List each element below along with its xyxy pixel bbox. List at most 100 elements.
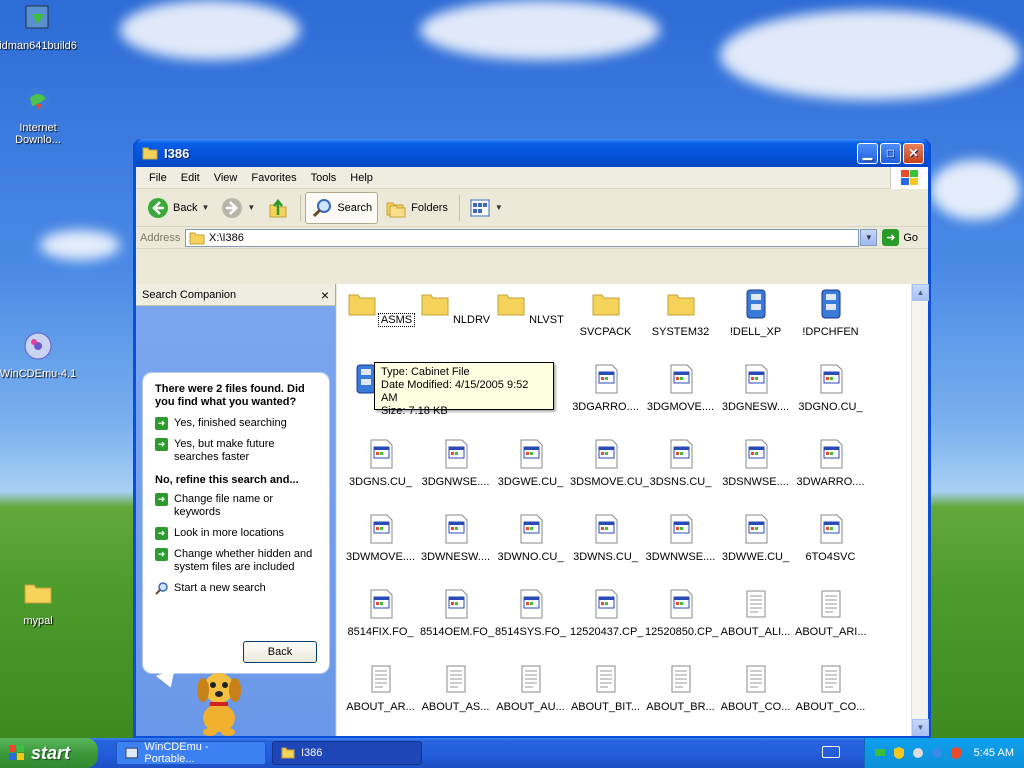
network-icon[interactable] [873, 746, 887, 760]
cabinet-file-icon [821, 289, 840, 319]
system-file-icon [445, 589, 467, 619]
task-i386[interactable]: I386 [272, 741, 422, 765]
keyboard-icon[interactable] [822, 746, 840, 758]
file-item[interactable]: 3DWNO.CU_ [493, 513, 568, 563]
search-button[interactable]: Search [305, 191, 379, 224]
file-item[interactable]: 3DWARRO.... [793, 438, 868, 488]
file-item[interactable]: 3DSNS.CU_ [643, 438, 718, 488]
file-item[interactable]: SVCPACK [568, 288, 643, 338]
file-item[interactable]: 3DWWE.CU_ [718, 513, 793, 563]
file-item[interactable]: ABOUT_CO... [718, 663, 793, 713]
file-item[interactable]: 3DWMOVE.... [343, 513, 418, 563]
file-item[interactable]: 3DGWE.CU_ [493, 438, 568, 488]
speaker-icon[interactable] [911, 746, 925, 760]
desktop-icon-internet-download[interactable]: Internet Downlo... [0, 84, 78, 146]
text-file-icon [521, 665, 540, 693]
file-item[interactable]: ABOUT_AU... [493, 663, 568, 713]
file-item[interactable]: ABOUT_ALI... [718, 588, 793, 638]
folders-button[interactable]: Folders [380, 192, 453, 224]
minimize-button[interactable]: ▁ [857, 142, 878, 164]
file-item[interactable]: !DPCHFEN [793, 288, 868, 338]
chevron-down-icon[interactable]: ▼ [495, 203, 503, 212]
file-item[interactable]: ABOUT_BR... [643, 663, 718, 713]
file-item[interactable]: 6TO4SVC [793, 513, 868, 563]
system-file-icon [745, 364, 767, 394]
file-item[interactable]: 3DGMOVE.... [643, 363, 718, 413]
file-item[interactable]: ABOUT_ARI... [793, 588, 868, 638]
file-name: 3DWNS.CU_ [573, 551, 638, 563]
option-hidden-system-files[interactable]: ➜ Change whether hidden and system files… [155, 548, 317, 574]
update-icon[interactable] [930, 746, 944, 760]
menu-view[interactable]: View [207, 170, 245, 186]
file-item[interactable]: NLVST [493, 288, 568, 326]
file-item[interactable]: 3DSMOVE.CU_ [568, 438, 649, 488]
file-item[interactable]: ABOUT_CO... [793, 663, 868, 713]
file-item[interactable]: ABOUT_AR... [343, 663, 418, 713]
address-dropdown[interactable]: ▼ [860, 229, 878, 246]
option-finished-searching[interactable]: ➜ Yes, finished searching [155, 417, 317, 430]
file-item[interactable]: !DELL_XP [718, 288, 793, 338]
title-bar[interactable]: I386 ▁ □ ✕ [136, 139, 928, 167]
file-tooltip: Type: Cabinet File Date Modified: 4/15/2… [374, 362, 554, 417]
security-alert-icon[interactable] [949, 746, 963, 760]
file-item[interactable]: 3DGARRO.... [568, 363, 643, 413]
address-input[interactable]: X:\I386 [185, 228, 860, 247]
file-item[interactable]: ABOUT_AS... [418, 663, 493, 713]
search-dog-icon [197, 673, 241, 736]
scroll-up-button[interactable]: ▲ [912, 284, 929, 301]
option-more-locations[interactable]: ➜ Look in more locations [155, 527, 317, 540]
menu-file[interactable]: File [142, 170, 174, 186]
close-button[interactable]: ✕ [903, 142, 924, 164]
file-item[interactable]: NLDRV [418, 288, 493, 326]
file-item[interactable]: 12520437.CP_ [568, 588, 643, 638]
chevron-down-icon[interactable]: ▼ [247, 203, 255, 212]
search-companion-title: Search Companion [142, 288, 237, 301]
file-item[interactable]: 12520850.CP_ [643, 588, 718, 638]
file-item[interactable]: 3DGNO.CU_ [793, 363, 868, 413]
forward-button[interactable]: ▼ [216, 192, 260, 224]
maximize-button[interactable]: □ [880, 142, 901, 164]
folder-icon [24, 584, 52, 604]
file-item[interactable]: 3DWNS.CU_ [568, 513, 643, 563]
option-change-file-name[interactable]: ➜ Change file name or keywords [155, 493, 317, 519]
file-item[interactable]: SYSTEM32 [643, 288, 718, 338]
scroll-down-button[interactable]: ▼ [912, 719, 929, 736]
up-button[interactable] [262, 192, 294, 224]
vertical-scrollbar[interactable]: ▲ ▼ [911, 284, 929, 736]
file-item[interactable]: 8514SYS.FO_ [493, 588, 568, 638]
address-label: Address [140, 231, 181, 244]
explorer-window: I386 ▁ □ ✕ File Edit View Favorites Tool… [133, 139, 931, 739]
task-wincdemu[interactable]: WinCDEmu - Portable... [116, 741, 266, 765]
desktop-icon-mypal[interactable]: mypal [0, 577, 78, 627]
file-name: SVCPACK [579, 326, 632, 338]
file-item[interactable]: 3DWNWSE.... [643, 513, 718, 563]
system-file-icon [595, 439, 617, 469]
menu-favorites[interactable]: Favorites [244, 170, 303, 186]
file-item[interactable]: ASMS [343, 288, 418, 327]
desktop-icon-wincdemu[interactable]: WinCDEmu-4.1 [0, 330, 78, 380]
chevron-down-icon[interactable]: ▼ [201, 203, 209, 212]
file-item[interactable]: 3DGNS.CU_ [343, 438, 418, 488]
file-item[interactable]: 3DSNWSE.... [718, 438, 793, 488]
back-button[interactable]: Back ▼ [142, 192, 214, 224]
file-item[interactable]: 3DGNWSE.... [418, 438, 493, 488]
close-icon[interactable]: × [321, 287, 329, 303]
views-button[interactable]: ▼ [464, 192, 508, 224]
file-item[interactable]: 8514OEM.FO_ [418, 588, 494, 638]
desktop-icon-idman[interactable]: idman641build6 [0, 2, 78, 52]
menu-edit[interactable]: Edit [174, 170, 207, 186]
menu-tools[interactable]: Tools [304, 170, 344, 186]
companion-back-button[interactable]: Back [243, 641, 317, 663]
menu-help[interactable]: Help [343, 170, 380, 186]
folder-icon [667, 294, 694, 316]
file-item[interactable]: ABOUT_BIT... [568, 663, 643, 713]
file-item[interactable]: 8514FIX.FO_ [343, 588, 418, 638]
go-button[interactable]: ➜ Go [882, 229, 924, 246]
shield-icon[interactable] [892, 746, 906, 760]
search-label: Search [337, 201, 373, 214]
option-new-search[interactable]: Start a new search [155, 582, 317, 595]
file-item[interactable]: 3DGNESW.... [718, 363, 793, 413]
option-future-faster[interactable]: ➜ Yes, but make future searches faster [155, 438, 317, 464]
file-item[interactable]: 3DWNESW.... [418, 513, 493, 563]
start-button[interactable]: start [0, 738, 98, 768]
